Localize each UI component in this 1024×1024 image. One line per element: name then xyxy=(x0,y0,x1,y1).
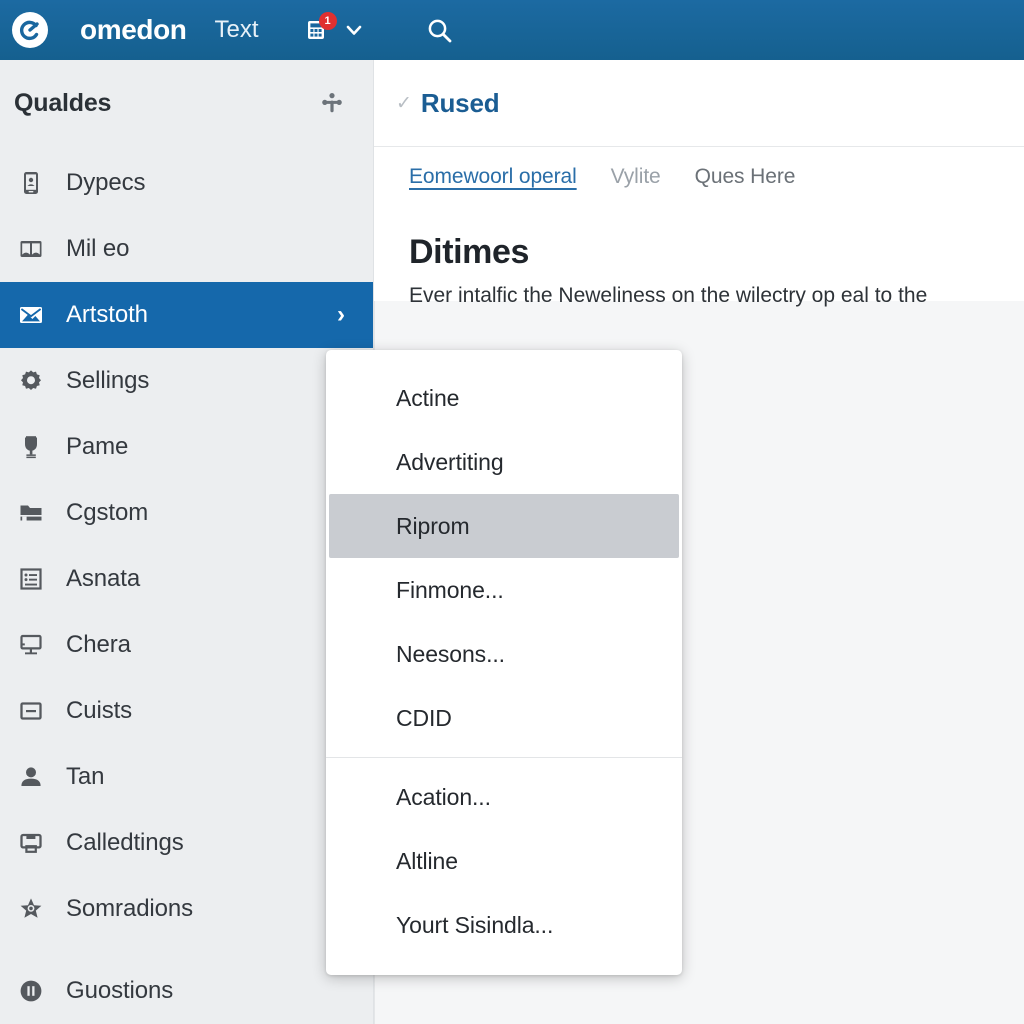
user-icon xyxy=(14,760,48,794)
check-icon: ✓ xyxy=(396,92,412,114)
image-envelope-icon xyxy=(14,298,48,332)
topbar-icon-group: 1 xyxy=(301,12,455,45)
gear-icon xyxy=(14,364,48,398)
chevron-right-icon: › xyxy=(337,301,345,328)
sidebar-item-label: Somradions xyxy=(66,895,194,922)
sidebar-item-dypecs[interactable]: Dypecs xyxy=(0,150,373,216)
brand-name[interactable]: omedon xyxy=(80,16,187,44)
sidebar-item-somradions[interactable]: Somradions xyxy=(0,876,373,942)
sidebar-item-label: Asnata xyxy=(66,565,141,592)
sidebar-item-label: Sellings xyxy=(66,367,150,394)
menu-item-riprom[interactable]: Riprom xyxy=(329,494,679,558)
sidebar-item-label: Dypecs xyxy=(66,169,146,196)
search-icon[interactable] xyxy=(425,15,455,45)
sidebar-item-asnata[interactable]: Asnata xyxy=(0,546,373,612)
trophy-icon xyxy=(14,430,48,464)
circle-c-logo-icon[interactable] xyxy=(12,12,48,48)
sidebar-item-label: Chera xyxy=(66,631,131,658)
sidebar-item-label: Pame xyxy=(66,433,129,460)
monitor-icon xyxy=(14,628,48,662)
info-circle-icon xyxy=(14,974,48,1008)
content-status-bar: ✓ Rused xyxy=(374,60,1024,146)
menu-item-yourt-sisindla[interactable]: Yourt Sisindla... xyxy=(326,893,682,957)
sidebar-header: Qualdes xyxy=(0,60,373,146)
sidebar-item-artstoth[interactable]: Artstoth › xyxy=(0,282,373,348)
sidebar-item-label: Guostions xyxy=(66,977,174,1004)
star-badge-icon xyxy=(14,892,48,926)
sidebar-item-sellings[interactable]: Sellings xyxy=(0,348,373,414)
sidebar-item-label: Cuists xyxy=(66,697,133,724)
sidebar-item-label: Cgstom xyxy=(66,499,149,526)
menu-item-cdid[interactable]: CDID xyxy=(326,686,682,750)
menu-item-actine[interactable]: Actine xyxy=(326,366,682,430)
content-tabs: Eomewoorl operal Vylite Ques Here xyxy=(374,146,1024,209)
sidebar-item-guostions[interactable]: Guostions xyxy=(0,958,373,1024)
mobile-device-icon xyxy=(14,166,48,200)
content-body: Ditimes Ever intalfic the Neweliness on … xyxy=(374,209,1024,307)
sidebar-item-pame[interactable]: Pame xyxy=(0,414,373,480)
open-book-icon xyxy=(14,232,48,266)
sidebar-item-mil-eo[interactable]: Mil eo xyxy=(0,216,373,282)
tab-eomewoorl-operal[interactable]: Eomewoorl operal xyxy=(409,165,577,191)
share-nodes-icon[interactable] xyxy=(319,90,345,116)
menu-item-altline[interactable]: Altline xyxy=(326,829,682,893)
menu-separator xyxy=(326,757,682,758)
sidebar: Qualdes Dypecs Mil eo Artstoth › Selling… xyxy=(0,60,374,1024)
sidebar-item-label: Mil eo xyxy=(66,235,130,262)
content-heading: Ditimes xyxy=(409,233,530,271)
tab-vylite[interactable]: Vylite xyxy=(611,165,661,191)
topbar-nav-text[interactable]: Text xyxy=(214,18,258,42)
minus-square-icon xyxy=(14,694,48,728)
sidebar-item-cgstom[interactable]: Cgstom xyxy=(0,480,373,546)
sidebar-item-label: Tan xyxy=(66,763,105,790)
sidebar-item-calledtings[interactable]: Calledtings xyxy=(0,810,373,876)
context-dropdown-menu: Actine Advertiting Riprom Finmone... Nee… xyxy=(326,350,682,975)
sidebar-item-chera[interactable]: Chera xyxy=(0,612,373,678)
sidebar-nav-list: Dypecs Mil eo Artstoth › Sellings Pame C… xyxy=(0,146,373,1024)
notification-badge: 1 xyxy=(318,12,337,30)
menu-item-acation[interactable]: Acation... xyxy=(326,765,682,829)
sidebar-item-label: Calledtings xyxy=(66,829,184,856)
list-document-icon xyxy=(14,562,48,596)
sidebar-title: Qualdes xyxy=(14,88,112,117)
top-app-bar: omedon Text 1 xyxy=(0,0,1024,60)
calculator-icon[interactable]: 1 xyxy=(301,12,337,45)
printer-icon xyxy=(14,826,48,860)
menu-item-neesons[interactable]: Neesons... xyxy=(326,622,682,686)
folder-icon xyxy=(14,496,48,530)
sidebar-item-tan[interactable]: Tan xyxy=(0,744,373,810)
menu-item-advertiting[interactable]: Advertiting xyxy=(326,430,682,494)
app-root: omedon Text 1 Qualdes Dypecs Mil eo Arts… xyxy=(0,0,1024,1024)
tab-ques-here[interactable]: Ques Here xyxy=(695,165,796,191)
menu-item-finmone[interactable]: Finmone... xyxy=(326,558,682,622)
sidebar-item-cuists[interactable]: Cuists xyxy=(0,678,373,744)
sidebar-item-label: Artstoth xyxy=(66,301,148,328)
chevron-down-icon[interactable] xyxy=(341,17,367,43)
page-title: Rused xyxy=(420,87,500,118)
